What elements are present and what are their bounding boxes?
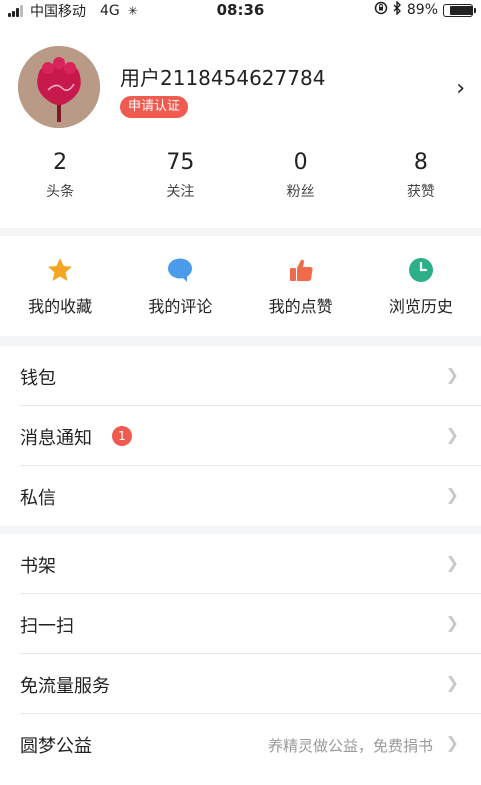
- bluetooth-icon: [393, 0, 402, 19]
- avatar[interactable]: [18, 46, 100, 128]
- stat-value: 75: [166, 150, 195, 175]
- shortcut-label: 我的评论: [148, 297, 213, 316]
- menu-item-label: 免流量服务: [20, 676, 110, 697]
- menu-item-label: 书架: [20, 556, 56, 577]
- profile-header[interactable]: 用户2118454627784 申请认证 › 2 头条 75 关注 0 粉丝 8…: [0, 20, 481, 228]
- stat-label: 粉丝: [286, 184, 315, 200]
- shortcut-comments[interactable]: 我的评论: [120, 236, 240, 336]
- menu-item-hint: 养精灵做公益，免费捐书: [267, 737, 433, 755]
- chevron-right-icon: ❯: [445, 553, 459, 572]
- menu-item-label: 扫一扫: [20, 616, 74, 637]
- comment-icon: [120, 256, 240, 284]
- chevron-right-icon: ❯: [445, 673, 459, 692]
- chevron-right-icon: ❯: [445, 613, 459, 632]
- shortcut-label: 我的点赞: [268, 297, 333, 316]
- stat-likes[interactable]: 8 获赞: [361, 150, 481, 201]
- menu-item-wallet[interactable]: 钱包 ❯: [20, 346, 481, 406]
- menu-item-notifications[interactable]: 消息通知 1 ❯: [20, 406, 481, 466]
- shortcut-likes[interactable]: 我的点赞: [241, 236, 361, 336]
- shortcut-bar: 我的收藏 我的评论 我的点赞 浏览历史: [0, 236, 481, 336]
- menu-item-private-messages[interactable]: 私信 ❯: [20, 466, 481, 526]
- username: 用户2118454627784: [120, 66, 326, 90]
- stat-label: 获赞: [406, 184, 435, 200]
- profile-arrow-icon[interactable]: ›: [456, 76, 465, 101]
- menu-item-charity[interactable]: 圆梦公益 养精灵做公益，免费捐书 ❯: [20, 714, 481, 774]
- menu-group-2: 书架 ❯ 扫一扫 ❯ 免流量服务 ❯ 圆梦公益 养精灵做公益，免费捐书 ❯: [0, 534, 481, 785]
- menu-item-label: 圆梦公益: [20, 736, 92, 757]
- stat-label: 关注: [166, 184, 195, 200]
- chevron-right-icon: ❯: [445, 733, 459, 752]
- orientation-lock-icon: [374, 1, 388, 19]
- shortcut-favorites[interactable]: 我的收藏: [0, 236, 120, 336]
- menu-group-1: 钱包 ❯ 消息通知 1 ❯ 私信 ❯: [0, 346, 481, 526]
- stat-followers[interactable]: 0 粉丝: [241, 150, 361, 201]
- battery-icon: [443, 3, 476, 17]
- stat-following[interactable]: 75 关注: [120, 150, 240, 201]
- chevron-right-icon: ❯: [445, 365, 459, 384]
- stat-value: 2: [53, 150, 68, 175]
- star-icon: [0, 256, 120, 284]
- stat-label: 头条: [46, 184, 75, 200]
- stat-headlines[interactable]: 2 头条: [0, 150, 120, 201]
- stats-bar: 2 头条 75 关注 0 粉丝 8 获赞: [0, 150, 481, 201]
- menu-item-free-data[interactable]: 免流量服务 ❯: [20, 654, 481, 714]
- shortcut-label: 浏览历史: [388, 297, 453, 316]
- menu-item-label: 私信: [20, 488, 56, 509]
- chevron-right-icon: ❯: [445, 485, 459, 504]
- chevron-right-icon: ❯: [445, 425, 459, 444]
- menu-item-scan[interactable]: 扫一扫 ❯: [20, 594, 481, 654]
- shortcut-label: 我的收藏: [28, 297, 93, 316]
- apply-verification-button[interactable]: 申请认证: [120, 96, 189, 118]
- clock-icon: [361, 256, 481, 284]
- menu-item-bookshelf[interactable]: 书架 ❯: [20, 534, 481, 594]
- stat-value: 0: [293, 150, 308, 175]
- battery-percent: 89%: [406, 2, 438, 18]
- status-bar: 中国移动 4G ✳ 08:36 89%: [0, 0, 481, 20]
- menu-item-label: 钱包: [20, 368, 56, 389]
- shortcut-history[interactable]: 浏览历史: [361, 236, 481, 336]
- unread-badge: 1: [112, 426, 132, 446]
- menu-item-label: 消息通知: [20, 428, 92, 449]
- stat-value: 8: [413, 150, 428, 175]
- thumb-up-icon: [241, 256, 361, 284]
